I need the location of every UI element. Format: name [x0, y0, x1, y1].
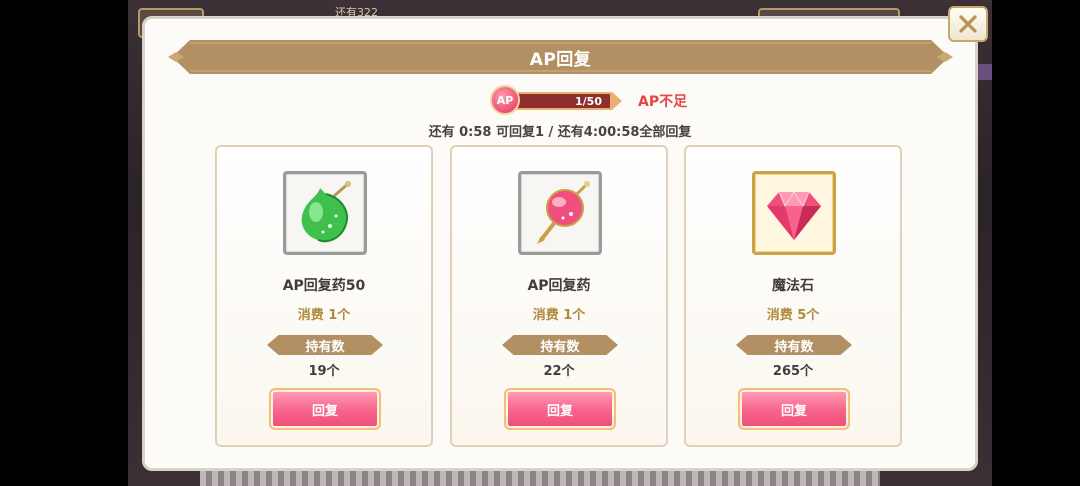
ap-gauge: 1/50 AP [488, 84, 638, 116]
ap-badge-icon: AP [490, 85, 520, 115]
background-decoration [976, 64, 992, 80]
item-icon-frame [518, 171, 602, 255]
ap-status: AP不足 [638, 94, 688, 110]
close-button[interactable] [948, 6, 988, 42]
recover-button-ap-potion-50[interactable]: 回复 [269, 388, 381, 430]
item-cost: 消费 5个 [766, 308, 820, 323]
ap-recovery-timer: 还有 0:58 可回复1 / 还有4:00:58全部回复 [428, 125, 692, 140]
ap-bar-frame: 1/50 [512, 92, 612, 110]
title-banner: AP回复 [168, 38, 953, 76]
item-name: AP回复药 [527, 278, 591, 294]
owned-label: 持有数 [502, 335, 618, 355]
owned-count: 22个 [543, 364, 575, 379]
item-card-ap-potion: AP回复药 消费 1个 持有数 22个 回复 [450, 145, 668, 447]
recover-button-ap-potion[interactable]: 回复 [504, 388, 616, 430]
item-cost: 消费 1个 [532, 308, 586, 323]
ap-bar-arrow-icon [612, 92, 622, 110]
item-icon-frame [283, 171, 367, 255]
item-card-ap-potion-50: AP回复药50 消费 1个 持有数 19个 回复 [215, 145, 433, 447]
item-icon-frame [752, 171, 836, 255]
item-name: AP回复药50 [282, 278, 366, 294]
magic-stone-gem-icon [767, 191, 821, 240]
pink-potion-icon [537, 181, 590, 244]
dialog-title: AP回复 [529, 49, 592, 70]
recover-button-magic-stone[interactable]: 回复 [738, 388, 850, 430]
ap-gauge-text: 1/50 [575, 95, 602, 108]
owned-label: 持有数 [736, 335, 852, 355]
close-x-icon [959, 15, 977, 33]
owned-count: 265个 [772, 364, 814, 379]
owned-count: 19个 [308, 364, 340, 379]
item-name: 魔法石 [772, 278, 814, 294]
owned-label: 持有数 [267, 335, 383, 355]
item-card-magic-stone: 魔法石 消费 5个 持有数 265个 回复 [684, 145, 902, 447]
item-cost: 消费 1个 [297, 308, 351, 323]
green-potion-icon [301, 180, 351, 243]
